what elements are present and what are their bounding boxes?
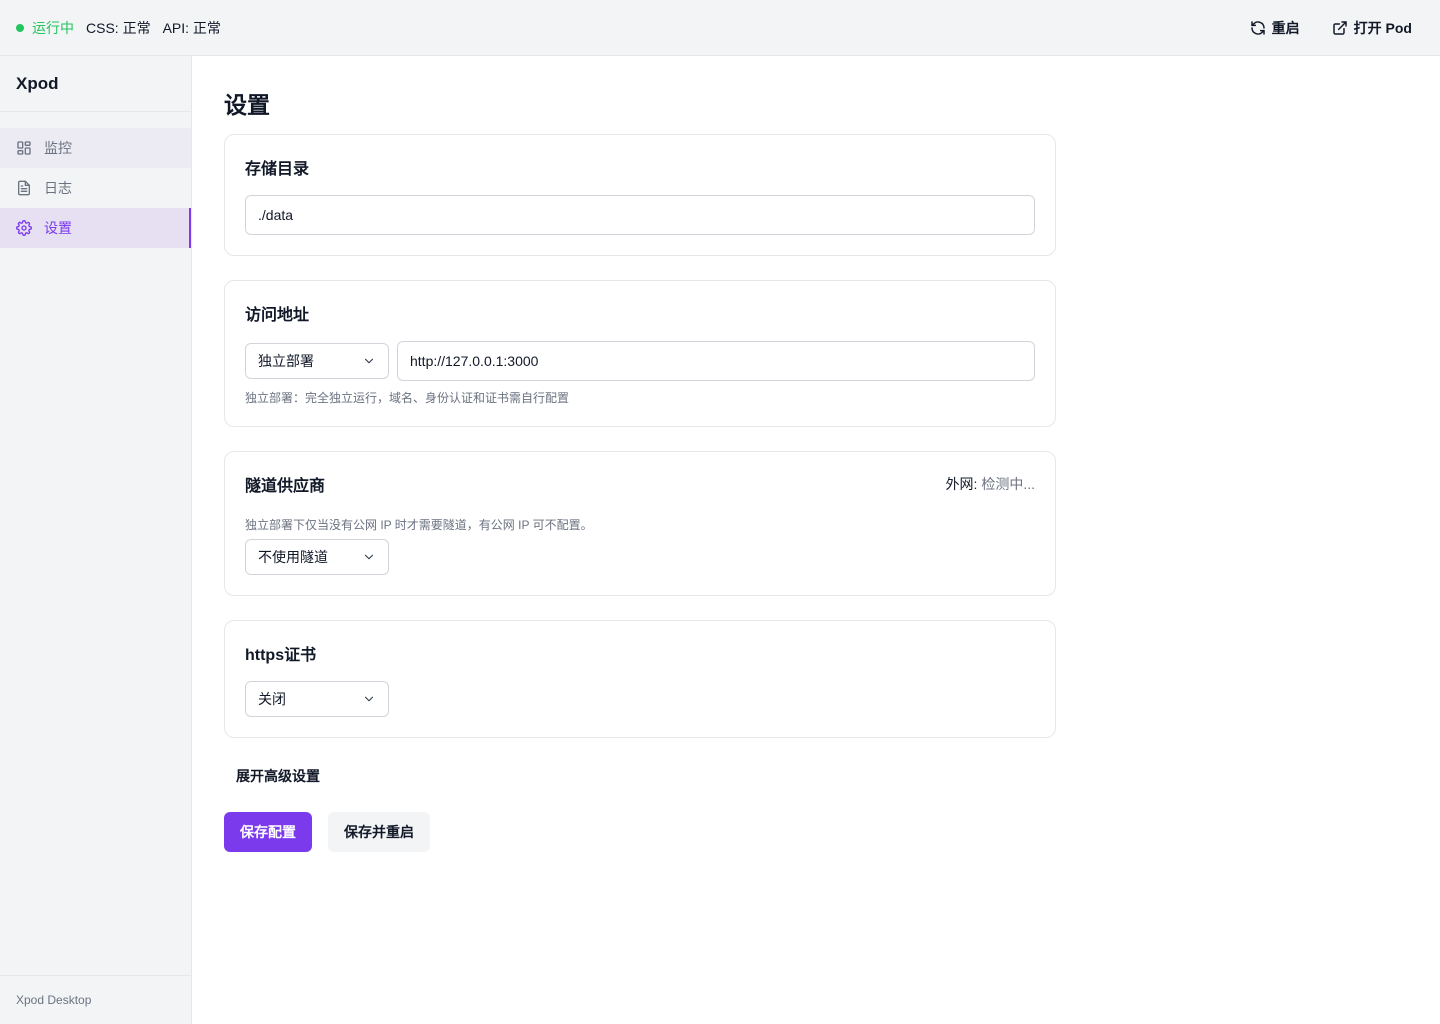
status-running: 运行中 [32,19,74,36]
dashboard-icon [16,140,32,156]
save-button[interactable]: 保存配置 [224,812,312,852]
tunnel-hint: 独立部署下仅当没有公网 IP 时才需要隧道，有公网 IP 可不配置。 [245,518,593,532]
sidebar: Xpod 监控 日志 设置 Xpod Desktop [0,56,192,1024]
restart-label: 重启 [1271,19,1300,36]
css-status: CSS: 正常 [86,19,151,36]
main-content: 设置 存储目录 ./data 访问地址 独立部署 http://127.0.0.… [224,56,1056,852]
chevron-down-icon [362,550,376,564]
chevron-down-icon [362,692,376,706]
status-dot-icon [16,23,24,32]
https-card: https证书 关闭 [224,620,1056,738]
net-value: 检测中... [981,476,1035,492]
sidebar-item-label: 日志 [44,180,72,196]
app-brand: Xpod [0,56,191,112]
open-pod-button[interactable]: 打开 Pod [1320,12,1424,44]
https-row: 关闭 [245,681,1035,717]
external-link-icon [1332,20,1348,36]
open-pod-label: 打开 Pod [1353,19,1412,36]
select-value: 不使用隧道 [258,549,328,565]
restart-button[interactable]: 重启 [1238,12,1312,44]
sidebar-footer: Xpod Desktop [0,975,191,1024]
sidebar-item-label: 监控 [44,140,72,156]
top-actions: 重启 打开 Pod [1238,12,1424,44]
sidebar-item-monitor[interactable]: 监控 [0,128,191,168]
deploy-mode-select[interactable]: 独立部署 [245,343,389,379]
page-title: 设置 [224,92,270,118]
card-header: https证书 [245,641,1035,665]
storage-card: 存储目录 ./data [224,134,1056,256]
top-bar: 运行中 CSS: 正常 API: 正常 重启 打开 Pod [0,0,1440,56]
tunnel-provider-select[interactable]: 不使用隧道 [245,539,389,575]
status-bar: 运行中 CSS: 正常 API: 正常 [16,18,233,38]
save-restart-button[interactable]: 保存并重启 [328,812,430,852]
api-status: API: 正常 [162,19,221,36]
access-row: 独立部署 http://127.0.0.1:3000 [245,341,1035,381]
expand-advanced-button[interactable]: 展开高级设置 [224,758,332,794]
select-value: 关闭 [258,691,286,707]
storage-path-input[interactable]: ./data [245,195,1035,235]
https-cert-select[interactable]: 关闭 [245,681,389,717]
net-label: 外网: [945,476,978,492]
access-card: 访问地址 独立部署 http://127.0.0.1:3000 独立部署：完全独… [224,280,1056,427]
card-title: 存储目录 [245,161,310,178]
access-url-input[interactable]: http://127.0.0.1:3000 [397,341,1035,381]
card-header: 存储目录 [245,155,1035,179]
card-header: 隧道供应商 外网: 检测中... [245,472,1035,496]
gear-icon [16,220,32,236]
sidebar-item-label: 设置 [44,220,72,236]
form-actions: 保存配置 保存并重启 [224,812,1056,852]
tunnel-row: 不使用隧道 [245,539,1035,575]
card-title: https证书 [245,647,317,664]
tunnel-card: 隧道供应商 外网: 检测中... 独立部署下仅当没有公网 IP 时才需要隧道，有… [224,451,1056,596]
card-title: 访问地址 [245,307,310,324]
chevron-down-icon [362,354,376,368]
card-header: 访问地址 [245,301,1035,325]
select-value: 独立部署 [258,353,314,369]
file-text-icon [16,180,32,196]
sidebar-nav: 监控 日志 设置 [0,112,191,248]
access-hint: 独立部署：完全独立运行，域名、身份认证和证书需自行配置 [245,391,570,405]
sidebar-item-logs[interactable]: 日志 [0,168,191,208]
refresh-icon [1250,20,1266,36]
sidebar-item-settings[interactable]: 设置 [0,208,191,248]
card-title: 隧道供应商 [245,478,326,495]
public-network-status: 外网: 检测中... [946,474,1035,494]
